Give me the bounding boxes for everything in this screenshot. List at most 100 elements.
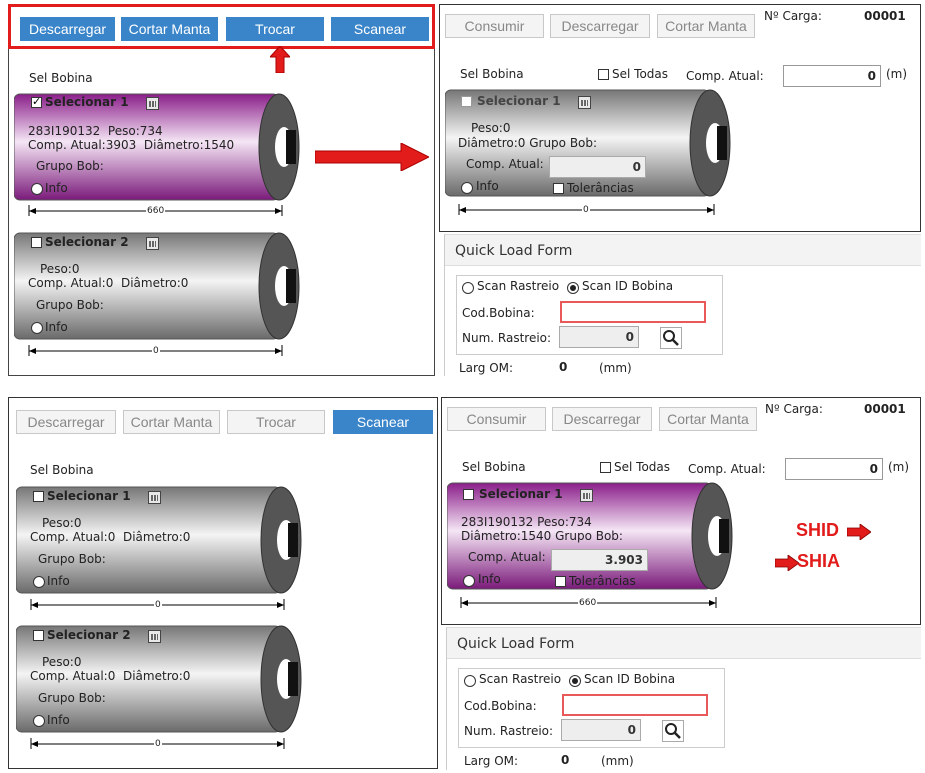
selecionar-1-checkbox[interactable]: [461, 96, 472, 107]
descarregar-button[interactable]: Descarregar: [550, 14, 650, 38]
info-radio[interactable]: [463, 575, 475, 587]
scan-id-radio[interactable]: [569, 675, 581, 687]
selecionar-1-checkbox[interactable]: [463, 489, 474, 500]
cortar-manta-button[interactable]: Cortar Manta: [657, 14, 755, 38]
info-radio[interactable]: [461, 182, 473, 194]
shia-annotation: SHIA: [797, 551, 841, 571]
unit-m: (m): [888, 460, 910, 474]
calendar-icon[interactable]: [148, 630, 161, 643]
info-radio[interactable]: [33, 715, 45, 727]
selecionar-1-label: Selecionar 1: [45, 95, 129, 109]
n-carga-label: Nº Carga:: [764, 9, 822, 23]
right-arrow-icon: [847, 524, 871, 540]
num-rastreio-input[interactable]: 0: [559, 326, 639, 348]
codigo-peso-text: 283I190132 Peso:734: [461, 515, 592, 529]
cortar-manta-button[interactable]: Cortar Manta: [121, 17, 218, 41]
tolerancias-checkbox[interactable]: [555, 576, 566, 587]
descarregar-button[interactable]: Descarregar: [20, 17, 115, 41]
num-rastreio-input[interactable]: 0: [561, 719, 641, 741]
comp-text: Comp. Atual:0: [30, 530, 116, 544]
info-label: Info: [476, 179, 499, 193]
diam-text: Diâmetro:0: [122, 669, 191, 683]
search-icon: [663, 330, 679, 346]
scanear-button[interactable]: Scanear: [331, 17, 429, 41]
quick-load-title: Quick Load Form: [455, 243, 573, 259]
grupo-bob-label: Grupo Bob:: [38, 552, 106, 566]
scanear-button[interactable]: Scanear: [333, 410, 433, 434]
bobina-comp: Comp. Atual:3903 Diâmetro:1540: [28, 138, 234, 152]
search-button[interactable]: [662, 720, 684, 742]
tolerancias-label: Tolerâncias: [567, 181, 634, 195]
cortar-manta-button[interactable]: Cortar Manta: [123, 410, 220, 434]
cortar-manta-button[interactable]: Cortar Manta: [659, 407, 757, 431]
descarregar-button[interactable]: Descarregar: [16, 410, 116, 434]
descarregar-button[interactable]: Descarregar: [552, 407, 652, 431]
consumir-button[interactable]: Consumir: [445, 14, 544, 38]
width-value: 0: [582, 205, 590, 215]
tolerancias-label: Tolerâncias: [569, 574, 636, 588]
selecionar-2-label: Selecionar 2: [45, 235, 129, 249]
sel-todas-checkbox[interactable]: [600, 462, 611, 473]
info-label: Info: [47, 713, 70, 727]
larg-om-value: 0: [559, 360, 568, 374]
grupo-bob-label: Grupo Bob:: [36, 298, 104, 312]
info-radio[interactable]: [31, 183, 43, 195]
trocar-button[interactable]: Trocar: [227, 410, 325, 434]
scan-rastreio-radio[interactable]: [462, 282, 474, 294]
peso-text: Peso:0: [471, 121, 511, 135]
diam-text: Diâmetro:1540: [143, 138, 235, 152]
calendar-icon[interactable]: [146, 237, 159, 250]
comp-atual-label: Comp. Atual:: [688, 462, 766, 476]
comp-atual-field: 0: [549, 156, 646, 178]
calendar-icon[interactable]: [146, 97, 159, 110]
sel-todas-checkbox[interactable]: [598, 69, 609, 80]
calendar-icon[interactable]: [578, 96, 591, 109]
peso-text: Peso:0: [42, 655, 82, 669]
selecionar-2-label: Selecionar 2: [47, 628, 131, 642]
mm-label: (mm): [601, 754, 634, 768]
mm-label: (mm): [599, 361, 632, 375]
peso-text: Peso:0: [40, 262, 80, 276]
sel-todas-label: Sel Todas: [612, 67, 669, 81]
selecionar-1-checkbox[interactable]: [33, 491, 44, 502]
num-rastreio-label: Num. Rastreio:: [462, 331, 552, 345]
comp-diam-text: Comp. Atual:0 Diâmetro:0: [28, 276, 188, 290]
up-arrow-icon: [270, 46, 290, 73]
selecionar-1-checkbox[interactable]: [31, 95, 42, 108]
right-arrow-icon: [315, 143, 429, 171]
sel-bobina-label: Sel Bobina: [29, 71, 93, 85]
cod-bobina-input[interactable]: [560, 301, 706, 323]
comp-text: Comp. Atual:0: [28, 276, 114, 290]
n-carga-label: Nº Carga:: [765, 402, 823, 416]
cod-bobina-input[interactable]: [562, 694, 708, 716]
selecionar-1-label: Selecionar 1: [47, 489, 131, 503]
search-icon: [665, 723, 681, 739]
carga-value: 00001: [864, 9, 906, 23]
width-value: 0: [152, 346, 160, 356]
tolerancias-checkbox[interactable]: [553, 183, 564, 194]
trocar-button[interactable]: Trocar: [226, 17, 324, 41]
scan-id-radio[interactable]: [567, 282, 579, 294]
info-label: Info: [45, 181, 68, 195]
info-radio[interactable]: [31, 322, 43, 334]
diam-text: Diâmetro:0: [120, 276, 189, 290]
scan-id-label: Scan ID Bobina: [582, 279, 674, 293]
grupo-bob-label: Grupo Bob:: [38, 691, 106, 705]
search-button[interactable]: [660, 327, 682, 349]
info-radio[interactable]: [33, 576, 45, 588]
comp-atual-label: Comp. Atual:: [466, 157, 544, 171]
comp-atual-input[interactable]: 0: [785, 458, 883, 480]
bobina-codigo: 283I190132 Peso:734: [28, 124, 163, 138]
width-value: 0: [154, 600, 162, 610]
comp-atual-input[interactable]: 0: [783, 65, 881, 87]
info-label: Info: [47, 574, 70, 588]
selecionar-2-checkbox[interactable]: [31, 237, 42, 248]
cod-bobina-label: Cod.Bobina:: [462, 306, 535, 320]
sel-bobina-label: Sel Bobina: [462, 460, 526, 474]
selecionar-2-checkbox[interactable]: [33, 630, 44, 641]
calendar-icon[interactable]: [148, 491, 161, 504]
comp-diam-text: Comp. Atual:0 Diâmetro:0: [30, 530, 190, 544]
calendar-icon[interactable]: [580, 489, 593, 502]
scan-rastreio-radio[interactable]: [464, 675, 476, 687]
consumir-button[interactable]: Consumir: [447, 407, 546, 431]
